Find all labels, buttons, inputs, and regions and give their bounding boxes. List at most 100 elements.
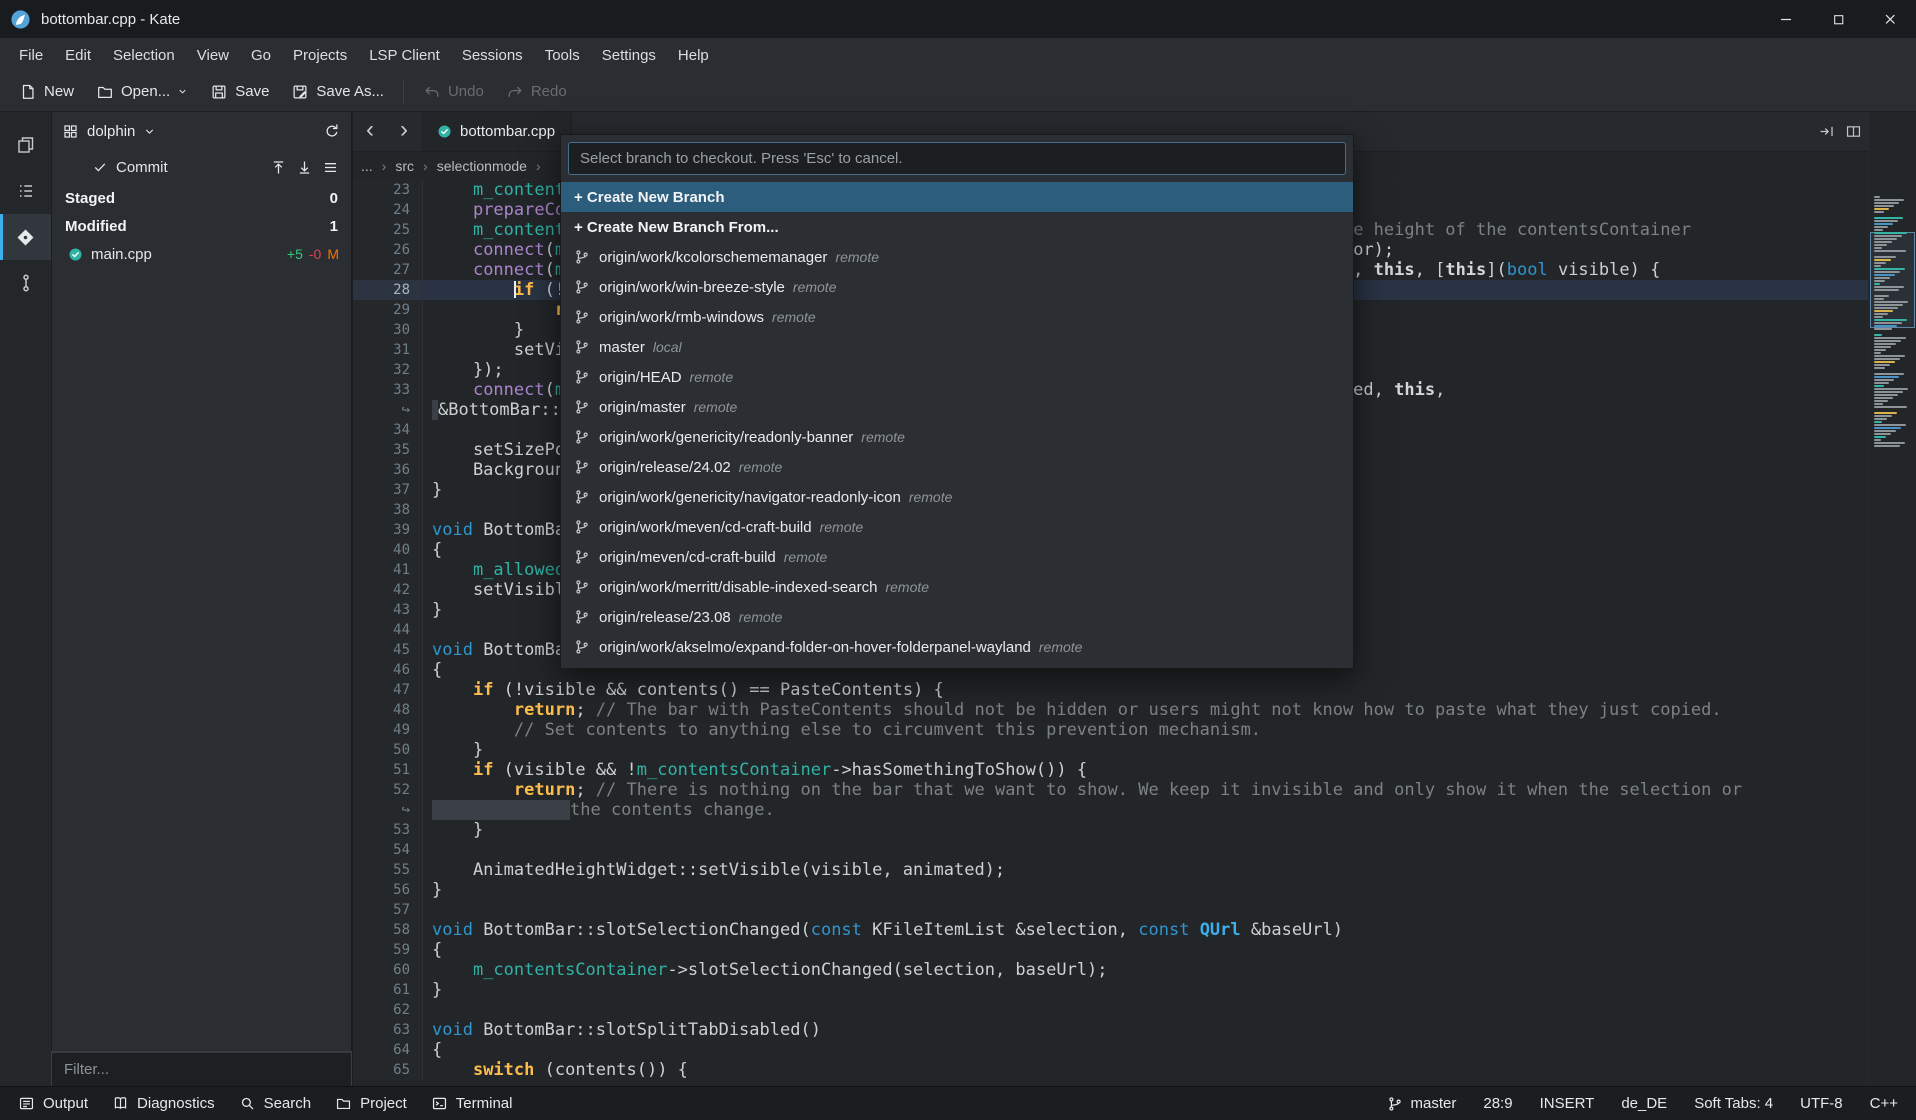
cursor-position[interactable]: 28:9: [1483, 1095, 1512, 1112]
code-line[interactable]: 47 if (!visible && contents() == PasteCo…: [353, 680, 1868, 700]
branch-item[interactable]: origin/work/akselmo/expand-folder-on-hov…: [561, 632, 1353, 662]
statusbar-terminal-button[interactable]: Terminal: [419, 1087, 525, 1120]
highlight-mode[interactable]: C++: [1870, 1095, 1898, 1112]
branch-item[interactable]: origin/work/merritt/disable-indexed-sear…: [561, 572, 1353, 602]
file-status: M: [327, 246, 339, 262]
branch-item[interactable]: origin/masterremote: [561, 392, 1353, 422]
code-line[interactable]: 56}: [353, 880, 1868, 900]
sidebar-tab-git[interactable]: [0, 214, 51, 260]
code-line[interactable]: 48 return; // The bar with PasteContents…: [353, 700, 1868, 720]
save-as-button[interactable]: Save As...: [280, 76, 395, 108]
minimap-line: [1874, 328, 1892, 330]
back-button[interactable]: ‹: [353, 112, 387, 151]
branch-filter-input[interactable]: [568, 142, 1346, 175]
breadcrumb-item[interactable]: selectionmode: [437, 158, 527, 174]
forward-button[interactable]: ›: [387, 112, 421, 151]
git-branch-indicator[interactable]: master: [1387, 1095, 1457, 1112]
new-document-button[interactable]: New: [8, 76, 85, 108]
maximize-button[interactable]: [1812, 0, 1864, 38]
move-splitter-icon[interactable]: [1818, 123, 1835, 140]
code-line[interactable]: 54: [353, 840, 1868, 860]
modified-section[interactable]: Modified 1: [52, 212, 351, 240]
branch-item[interactable]: origin/release/24.02remote: [561, 452, 1353, 482]
menu-view[interactable]: View: [186, 38, 240, 72]
statusbar-project-button[interactable]: Project: [323, 1087, 419, 1120]
redo-button[interactable]: Redo: [495, 76, 578, 108]
sidebar-tab-documents[interactable]: [0, 122, 51, 168]
menu-lsp-client[interactable]: LSP Client: [358, 38, 451, 72]
branch-item[interactable]: origin/work/genericity/navigator-readonl…: [561, 482, 1353, 512]
statusbar-search-button[interactable]: Search: [227, 1087, 324, 1120]
branch-item[interactable]: origin/work/kcolorschememanagerremote: [561, 242, 1353, 272]
breadcrumb-item[interactable]: ...: [361, 158, 373, 174]
code-line[interactable]: 55 AnimatedHeightWidget::setVisible(visi…: [353, 860, 1868, 880]
code-line[interactable]: 63void BottomBar::slotSplitTabDisabled(): [353, 1020, 1868, 1040]
menu-edit[interactable]: Edit: [54, 38, 102, 72]
branch-item[interactable]: origin/work/meven/cd-craft-buildremote: [561, 512, 1353, 542]
menu-sessions[interactable]: Sessions: [451, 38, 534, 72]
branch-item[interactable]: origin/work/win-breeze-styleremote: [561, 272, 1353, 302]
branch-item[interactable]: origin/work/rmb-windowsremote: [561, 302, 1353, 332]
git-file-row[interactable]: main.cpp+5-0M: [52, 240, 351, 268]
close-button[interactable]: [1864, 0, 1916, 38]
refresh-icon[interactable]: [323, 122, 341, 140]
push-icon[interactable]: [270, 159, 287, 176]
project-selector[interactable]: dolphin: [87, 123, 135, 140]
code-line-text: switch (contents()) {: [423, 1060, 688, 1080]
staged-section[interactable]: Staged 0: [52, 184, 351, 212]
menu-help[interactable]: Help: [667, 38, 720, 72]
undo-button[interactable]: Undo: [412, 76, 495, 108]
git-menu-icon[interactable]: [322, 159, 339, 176]
code-line[interactable]: 51 if (visible && !m_contentsContainer->…: [353, 760, 1868, 780]
code-line[interactable]: 49 // Set contents to anything else to c…: [353, 720, 1868, 740]
code-line[interactable]: 53 }: [353, 820, 1868, 840]
menu-go[interactable]: Go: [240, 38, 282, 72]
branch-action-item[interactable]: + Create New Branch: [561, 182, 1353, 212]
open-folder-button[interactable]: Open...: [85, 76, 199, 108]
branch-item[interactable]: origin/release/23.08remote: [561, 602, 1353, 632]
tab-bottombar[interactable]: bottombar.cpp: [421, 112, 572, 151]
menu-file[interactable]: File: [8, 38, 54, 72]
code-line[interactable]: 59{: [353, 940, 1868, 960]
code-line[interactable]: 60 m_contentsContainer->slotSelectionCha…: [353, 960, 1868, 980]
code-line[interactable]: 50 }: [353, 740, 1868, 760]
menu-tools[interactable]: Tools: [534, 38, 591, 72]
code-line[interactable]: 64{: [353, 1040, 1868, 1060]
statusbar-output-button[interactable]: Output: [6, 1087, 100, 1120]
commit-button[interactable]: Commit: [64, 159, 168, 176]
code-line[interactable]: 52 return; // There is nothing on the ba…: [353, 780, 1868, 800]
menu-selection[interactable]: Selection: [102, 38, 186, 72]
code-line-text: return; // The bar with PasteContents sh…: [423, 700, 1722, 720]
minimap-line: [1874, 220, 1898, 222]
branch-item[interactable]: masterlocal: [561, 332, 1353, 362]
branch-action-item[interactable]: + Create New Branch From...: [561, 212, 1353, 242]
encoding[interactable]: UTF-8: [1800, 1095, 1843, 1112]
split-view-icon[interactable]: [1845, 123, 1862, 140]
minimap-scrollbar[interactable]: [1868, 112, 1916, 1086]
code-line[interactable]: 61}: [353, 980, 1868, 1000]
sidebar-tab-projects[interactable]: [0, 168, 51, 214]
dictionary[interactable]: de_DE: [1621, 1095, 1667, 1112]
branch-item[interactable]: origin/meven/cd-craft-buildremote: [561, 542, 1353, 572]
sidebar-tab-commits[interactable]: [0, 260, 51, 306]
branch-item[interactable]: origin/HEADremote: [561, 362, 1353, 392]
minimize-button[interactable]: [1760, 0, 1812, 38]
filter-input[interactable]: [52, 1052, 351, 1086]
tab-width-setting[interactable]: Soft Tabs: 4: [1694, 1095, 1773, 1112]
pull-icon[interactable]: [296, 159, 313, 176]
save-button[interactable]: Save: [199, 76, 280, 108]
breadcrumb-item[interactable]: src: [395, 158, 414, 174]
minimap-line: [1874, 400, 1888, 402]
code-line[interactable]: 57: [353, 900, 1868, 920]
code-line[interactable]: 62: [353, 1000, 1868, 1020]
code-line-wrap[interactable]: ↪the contents change.: [353, 800, 1868, 820]
minimap-line: [1874, 340, 1901, 342]
code-line[interactable]: 65 switch (contents()) {: [353, 1060, 1868, 1080]
input-mode[interactable]: INSERT: [1540, 1095, 1595, 1112]
branch-item[interactable]: origin/work/genericity/readonly-bannerre…: [561, 422, 1353, 452]
code-line[interactable]: 58void BottomBar::slotSelectionChanged(c…: [353, 920, 1868, 940]
menu-settings[interactable]: Settings: [591, 38, 667, 72]
menu-projects[interactable]: Projects: [282, 38, 358, 72]
statusbar-diagnostics-button[interactable]: Diagnostics: [100, 1087, 227, 1120]
chevron-down-icon[interactable]: [143, 125, 156, 138]
